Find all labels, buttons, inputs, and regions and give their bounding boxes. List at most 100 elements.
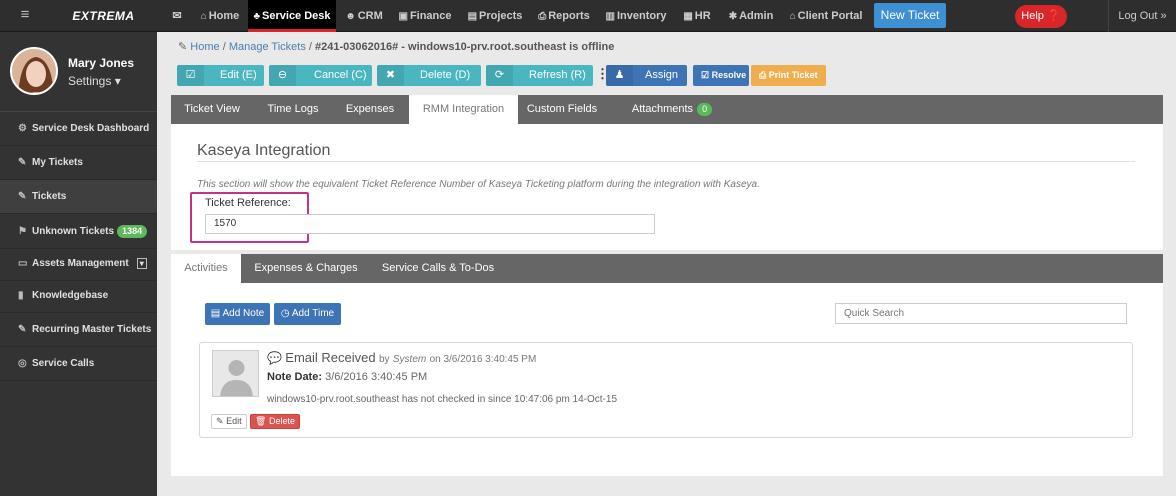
- breadcrumb-separator: /: [222, 41, 226, 53]
- user-name: Mary Jones: [68, 56, 135, 70]
- building-icon: ▦: [683, 11, 693, 22]
- tab-label: Attachments: [631, 103, 694, 115]
- sidebar: Mary Jones Settings ▾ ⚙ Service Desk Dash…: [0, 32, 157, 496]
- tab-label: Activities: [184, 262, 228, 274]
- logout-link[interactable]: Log Out »: [1108, 0, 1176, 32]
- tab-activities[interactable]: Activities: [171, 254, 241, 283]
- note-edit-button[interactable]: ✎ Edit: [211, 414, 247, 429]
- sidebar-item-knowledgebase[interactable]: ▮ Knowledgebase: [0, 279, 157, 313]
- nav-home[interactable]: ⌂ Home: [196, 0, 244, 32]
- gear-icon: ✱: [728, 11, 738, 22]
- ticket-reference-label: Ticket Reference:: [205, 197, 291, 209]
- sidebar-item-my-tickets[interactable]: ✎ My Tickets: [0, 146, 157, 180]
- breadcrumb-manage-tickets[interactable]: Manage Tickets: [229, 41, 306, 53]
- note-date-label: Note Date:: [267, 371, 323, 383]
- breadcrumb-home[interactable]: Home: [190, 41, 219, 53]
- expand-icon[interactable]: ▾: [136, 258, 147, 269]
- nav-finance[interactable]: ▣ Finance: [396, 0, 454, 32]
- sidebar-item-label: Knowledgebase: [32, 290, 109, 301]
- tab-custom-fields[interactable]: Custom Fields: [522, 95, 602, 124]
- print-ticket-button[interactable]: ⎙ Print Ticket: [751, 65, 826, 86]
- add-note-button[interactable]: ▤ Add Note: [205, 303, 270, 325]
- cancel-button-label: Cancel (C): [314, 69, 367, 81]
- avatar[interactable]: [10, 47, 58, 95]
- nav-projects[interactable]: ▤ Projects: [464, 0, 526, 32]
- sidebar-item-unknown-tickets[interactable]: ⚑ Unknown Tickets 1384: [0, 215, 157, 249]
- note-author: System: [392, 354, 427, 365]
- menu-toggle-icon[interactable]: ≡: [0, 0, 50, 32]
- nav-admin[interactable]: ✱ Admin: [726, 0, 776, 32]
- tab-expenses-charges[interactable]: Expenses & Charges: [245, 254, 367, 283]
- app-logo[interactable]: EXTREMA: [50, 0, 157, 32]
- nav-crm[interactable]: ☻ CRM: [342, 0, 386, 32]
- breadcrumb-current: #241-03062016# - windows10-prv.root.sout…: [315, 41, 615, 53]
- nav-reports[interactable]: ⎙ Reports: [534, 0, 594, 32]
- edit-button[interactable]: ☑ Edit (E): [177, 65, 264, 86]
- inbox-icon[interactable]: ✉: [162, 0, 192, 32]
- refresh-button[interactable]: ⟳ Refresh (R): [486, 65, 593, 86]
- settings-dropdown[interactable]: Settings ▾: [68, 74, 121, 88]
- ticket-tabs: Ticket View Time Logs Expenses RMM Integ…: [171, 95, 1163, 124]
- tab-label: Time Logs: [267, 103, 319, 115]
- attachments-count-badge: 0: [697, 102, 713, 116]
- ticket-reference-field[interactable]: 1570: [205, 214, 655, 234]
- quick-search-input[interactable]: [835, 303, 1127, 324]
- refresh-button-label: Refresh (R): [529, 69, 586, 81]
- nav-hr[interactable]: ▦ HR: [680, 0, 714, 32]
- nav-service-desk-label: Service Desk: [262, 10, 331, 22]
- sidebar-item-tickets[interactable]: ✎ Tickets: [0, 180, 157, 214]
- tab-label: Custom Fields: [526, 103, 598, 115]
- add-time-label: Add Time: [291, 308, 335, 319]
- assign-button[interactable]: ♟ Assign: [606, 65, 687, 86]
- nav-inventory[interactable]: ▥ Inventory: [604, 0, 668, 32]
- nav-client-portal[interactable]: ⌂ Client Portal: [786, 0, 866, 32]
- tab-ticket-view[interactable]: Ticket View: [171, 95, 253, 124]
- laptop-icon: ▭: [18, 258, 28, 269]
- delete-button[interactable]: ✖ Delete (D): [377, 65, 481, 86]
- tab-label: Ticket View: [184, 103, 240, 115]
- resolve-button-label: Resolve: [711, 70, 747, 80]
- ticket-icon: ✎: [18, 157, 27, 168]
- default-user-icon: [213, 351, 258, 396]
- sidebar-item-recurring-master-tickets[interactable]: ✎ Recurring Master Tickets: [0, 313, 157, 347]
- cancel-button[interactable]: ⊖ Cancel (C): [269, 65, 372, 86]
- nav-client-portal-label: Client Portal: [797, 10, 863, 22]
- nav-inventory-label: Inventory: [616, 10, 667, 22]
- tab-time-logs[interactable]: Time Logs: [255, 95, 331, 124]
- help-button[interactable]: Help ❓: [1015, 5, 1067, 28]
- sidebar-item-service-desk-dashboard[interactable]: ⚙ Service Desk Dashboard: [0, 112, 157, 146]
- note-by: by: [378, 354, 390, 365]
- note-delete-button[interactable]: 🗑 Delete: [250, 414, 300, 429]
- scrollbar[interactable]: [1163, 32, 1176, 496]
- nav-service-desk[interactable]: ♣ Service Desk: [248, 0, 336, 32]
- sidebar-item-assets-management[interactable]: ▭ Assets Management ▾: [0, 247, 157, 281]
- user-icon: ♟: [606, 65, 633, 86]
- edit-icon: ☑: [177, 65, 204, 86]
- tab-attachments[interactable]: Attachments 0: [622, 95, 722, 124]
- user-photo-icon: [12, 49, 56, 93]
- section-divider: [197, 161, 1135, 162]
- tab-label: RMM Integration: [422, 103, 505, 115]
- section-description: This section will show the equivalent Ti…: [197, 179, 760, 190]
- new-ticket-button[interactable]: New Ticket: [874, 3, 946, 28]
- more-options-icon[interactable]: ⋮: [596, 65, 609, 86]
- barcode-icon: ▥: [605, 11, 615, 22]
- globe-icon: ◎: [18, 358, 27, 369]
- tab-service-calls-todos[interactable]: Service Calls & To-Dos: [371, 254, 505, 283]
- book-icon: ▮: [18, 290, 24, 301]
- tab-label: Service Calls & To-Dos: [381, 262, 495, 274]
- ticket-icon: ✎: [18, 191, 27, 202]
- nav-admin-label: Admin: [739, 10, 774, 22]
- resolve-button[interactable]: ☑ Resolve: [693, 65, 749, 86]
- nav-finance-label: Finance: [409, 10, 452, 22]
- tab-rmm-integration[interactable]: RMM Integration: [409, 95, 518, 124]
- note-date: Note Date: 3/6/2016 3:40:45 PM: [267, 371, 427, 383]
- add-time-button[interactable]: ◷ Add Time: [274, 303, 341, 325]
- tab-expenses[interactable]: Expenses: [335, 95, 405, 124]
- unknown-tickets-count-badge: 1384: [117, 224, 148, 238]
- envelope-icon: ✉: [172, 10, 182, 22]
- sidebar-item-service-calls[interactable]: ◎ Service Calls: [0, 347, 157, 381]
- users-icon: ☻: [345, 11, 356, 22]
- sidebar-item-label: Unknown Tickets: [32, 226, 115, 237]
- pin-icon: ✎: [178, 41, 188, 53]
